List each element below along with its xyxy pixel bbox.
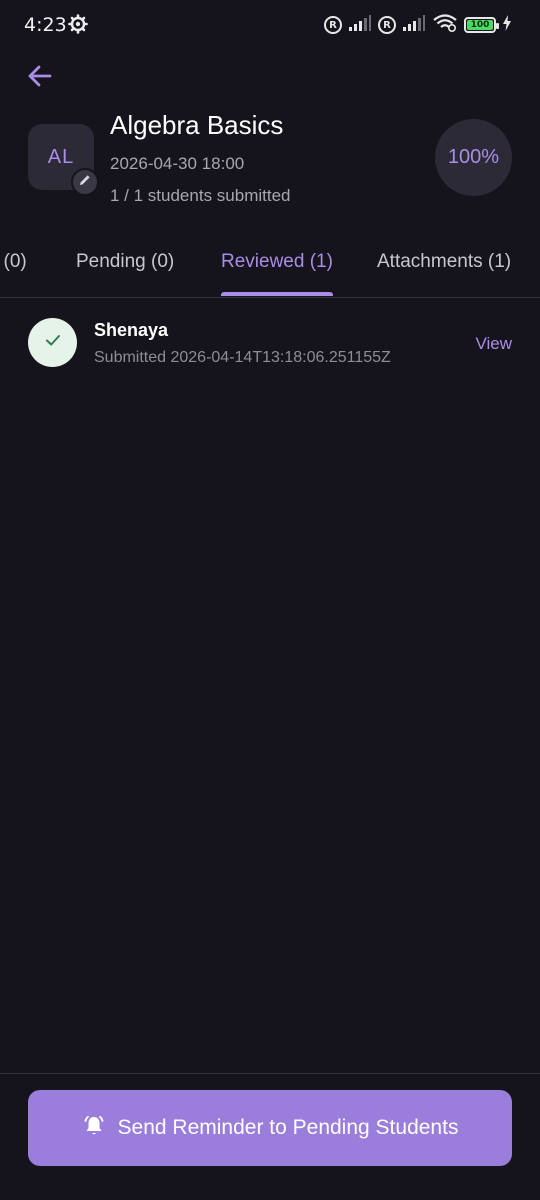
submission-timestamp: Submitted 2026-04-14T13:18:06.251155Z <box>94 349 391 366</box>
completion-badge: 100% <box>435 119 512 196</box>
back-button[interactable] <box>24 60 56 92</box>
footer-divider <box>0 1073 540 1074</box>
status-bar: 4:23 R R 100 <box>0 0 540 50</box>
tab-attachments[interactable]: Attachments (1) <box>377 251 511 273</box>
signal-icon <box>402 14 426 37</box>
check-icon <box>43 330 63 355</box>
tab-reviewed[interactable]: Reviewed (1) <box>221 251 333 273</box>
status-icons: R R 100 <box>324 13 512 37</box>
completion-percent: 100% <box>447 146 500 168</box>
tab-all[interactable]: l (0) <box>0 251 27 273</box>
battery-level: 100 <box>467 20 493 30</box>
pencil-icon <box>78 173 92 192</box>
view-submission-button[interactable]: View <box>475 334 512 354</box>
charging-bolt-icon <box>502 14 512 36</box>
settings-gear-icon <box>68 14 88 34</box>
send-reminder-label: Send Reminder to Pending Students <box>117 1116 459 1139</box>
arrow-left-icon <box>24 65 56 96</box>
submission-summary: 1 / 1 students submitted <box>110 186 291 205</box>
registered-icon: R <box>378 16 396 34</box>
avatar-initials: AL <box>47 145 75 168</box>
send-reminder-button[interactable]: Send Reminder to Pending Students <box>28 1090 512 1166</box>
student-name: Shenaya <box>94 320 169 340</box>
bell-ring-icon <box>82 1114 106 1143</box>
filter-tabs: l (0) Pending (0) Reviewed (1) Attachmen… <box>0 240 540 298</box>
due-date: 2026-04-30 18:00 <box>110 154 245 173</box>
tab-pending[interactable]: Pending (0) <box>76 251 174 273</box>
status-time: 4:23 <box>24 14 67 36</box>
battery-icon: 100 <box>464 17 499 33</box>
active-tab-indicator <box>221 292 333 296</box>
registered-icon: R <box>324 16 342 34</box>
status-badge <box>28 318 77 367</box>
wifi-icon <box>432 13 458 37</box>
edit-avatar-button[interactable] <box>71 168 99 196</box>
list-item[interactable]: Shenaya Submitted 2026-04-14T13:18:06.25… <box>0 306 540 380</box>
assignment-title: Algebra Basics <box>110 110 284 140</box>
signal-icon <box>348 14 372 37</box>
